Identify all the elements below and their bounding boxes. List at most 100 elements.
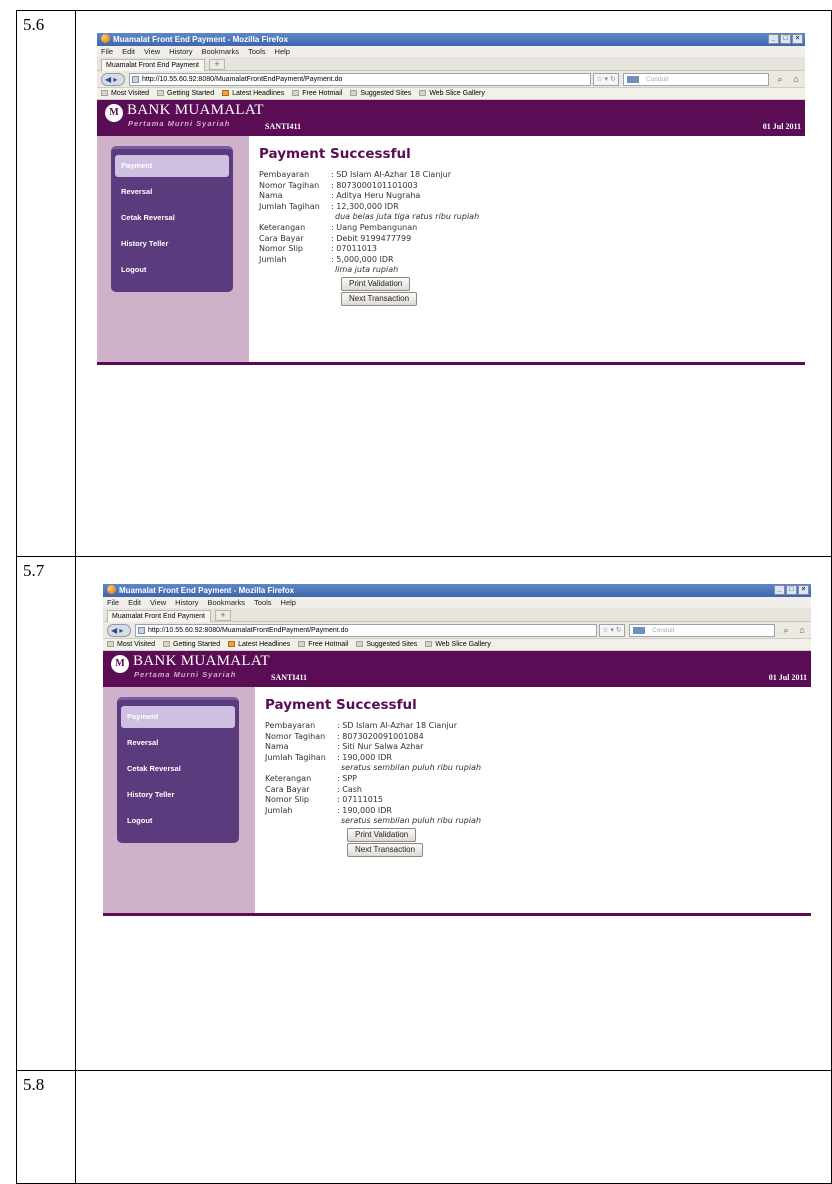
bookmark-web-slice-gallery[interactable]: Web Slice Gallery [425,639,491,650]
reload-button[interactable]: ☆ ▾ ↻ [599,624,625,637]
menu-view[interactable]: View [144,47,160,56]
search-engine-icon [633,627,645,634]
maximize-button[interactable]: □ [786,585,797,595]
menu-file[interactable]: File [101,47,113,56]
new-tab-button[interactable]: + [209,59,225,70]
menu-item-reversal[interactable]: Reversal [115,181,229,203]
field-jumlah-tagihan: Jumlah Tagihan: 12,300,000 IDR [259,201,399,211]
jumlah-tagihan-words: dua belas juta tiga ratus ribu rupiah [335,212,480,222]
field-pembayaran: Pembayaran: SD Islam Al-Azhar 18 Cianjur [259,170,451,179]
field-nomor-tagihan: Nomor Tagihan: 8073020091001084 [265,731,424,741]
field-nama: Nama: Siti Nur Salwa Azhar [265,742,424,752]
maximize-button[interactable]: □ [780,34,791,44]
bookmarks-bar: Most Visited Getting Started Latest Headli… [97,88,805,100]
menu-bar: File Edit View History Bookmarks Tools Help [97,46,805,57]
app-header: M BANK MUAMALAT Pertama Murni Syariah SA… [97,100,805,136]
menu-item-payment[interactable]: Payment [115,155,229,177]
browser-tab[interactable]: Muamalat Front End Payment [101,59,205,71]
firefox-icon [107,585,116,594]
menu-item-logout[interactable]: Logout [115,259,229,281]
menu-tools[interactable]: Tools [248,47,266,56]
menu-item-cetak-reversal[interactable]: Cetak Reversal [121,758,235,780]
search-placeholder: Conduit [652,627,675,634]
tab-strip: Muamalat Front End Payment + [103,608,811,622]
menu-edit[interactable]: Edit [122,47,135,56]
address-bar[interactable]: http://10.55.60.92:8080/MuamalatFrontEnd… [135,624,597,637]
field-nama: Nama: Aditya Heru Nugraha [259,191,421,201]
screenshot-5-7: Muamalat Front End Payment - Mozilla Fir… [103,584,811,1021]
minimize-button[interactable]: _ [774,585,785,595]
bookmark-latest-headlines[interactable]: Latest Headlines [222,88,284,99]
nav-bar: ◀ ▸ http://10.55.60.92:8080/MuamalatFron… [103,622,811,639]
print-validation-button[interactable]: Print Validation [341,276,411,291]
bookmark-suggested-sites[interactable]: Suggested Sites [356,639,417,650]
menu-edit[interactable]: Edit [128,598,141,607]
minimize-button[interactable]: _ [768,34,779,44]
footer-divider [103,913,811,916]
browser-tab[interactable]: Muamalat Front End Payment [107,610,211,622]
logo-tagline: Pertama Murni Syariah [128,119,231,128]
back-forward-button[interactable]: ◀ ▸ [101,73,125,86]
search-icon[interactable]: ⌕ [773,73,787,86]
home-icon[interactable]: ⌂ [789,73,803,86]
menu-item-history-teller[interactable]: History Teller [115,233,229,255]
reload-button[interactable]: ☆ ▾ ↻ [593,73,619,86]
print-validation-button[interactable]: Print Validation [347,827,417,842]
bookmark-web-slice-gallery[interactable]: Web Slice Gallery [419,88,485,99]
bookmark-most-visited[interactable]: Most Visited [107,639,155,650]
bookmarks-bar: Most Visited Getting Started Latest Headli… [103,639,811,651]
logo-text: BANK MUAMALAT [133,653,270,669]
menu-view[interactable]: View [150,598,166,607]
search-placeholder: Conduit [646,76,669,83]
menu-item-logout[interactable]: Logout [121,810,235,832]
close-button[interactable]: × [798,585,809,595]
back-forward-button[interactable]: ◀ ▸ [107,624,131,637]
new-tab-button[interactable]: + [215,610,231,621]
side-menu: Payment Reversal Cetak Reversal History … [117,697,239,843]
address-bar[interactable]: http://10.55.60.92:8080/MuamalatFrontEnd… [129,73,591,86]
menu-help[interactable]: Help [275,47,290,56]
menu-item-cetak-reversal[interactable]: Cetak Reversal [115,207,229,229]
menu-tools[interactable]: Tools [254,598,272,607]
bookmark-latest-headlines[interactable]: Latest Headlines [228,639,290,650]
window-titlebar: Muamalat Front End Payment - Mozilla Fir… [97,33,805,46]
next-transaction-button[interactable]: Next Transaction [341,291,418,306]
field-jumlah-tagihan: Jumlah Tagihan: 190,000 IDR [265,752,392,762]
menu-help[interactable]: Help [281,598,296,607]
bookmark-suggested-sites[interactable]: Suggested Sites [350,88,411,99]
menu-history[interactable]: History [175,598,198,607]
row-number: 5.7 [23,561,45,580]
field-nomor-slip: Nomor Slip: 07011013 [259,244,377,254]
next-transaction-button[interactable]: Next Transaction [347,842,424,857]
menu-history[interactable]: History [169,47,192,56]
bookmark-most-visited[interactable]: Most Visited [101,88,149,99]
menu-item-payment[interactable]: Payment [121,706,235,728]
current-date: 01 Jul 2011 [768,673,807,682]
menu-bookmarks[interactable]: Bookmarks [208,598,246,607]
menu-item-reversal[interactable]: Reversal [121,732,235,754]
sidebar: Payment Reversal Cetak Reversal History … [103,687,255,913]
menu-file[interactable]: File [107,598,119,607]
field-keterangan: Keterangan: Uang Pembangunan [259,222,418,232]
user-id: SANTI411 [271,673,308,682]
sidebar: Payment Reversal Cetak Reversal History … [97,136,249,362]
bank-logo-icon: M [111,655,129,673]
search-icon[interactable]: ⌕ [779,624,793,637]
jumlah-tagihan-words: seratus sembilan puluh ribu rupiah [341,763,482,773]
bookmark-getting-started[interactable]: Getting Started [163,639,220,650]
menu-item-history-teller[interactable]: History Teller [121,784,235,806]
search-box[interactable]: Conduit [629,624,775,637]
close-button[interactable]: × [792,34,803,44]
url-text: http://10.55.60.92:8080/MuamalatFrontEnd… [142,76,343,83]
field-cara-bayar: Cara Bayar: Debit 9199477799 [259,233,412,243]
firefox-icon [101,34,110,43]
bookmark-free-hotmail[interactable]: Free Hotmail [292,88,342,99]
field-jumlah: Jumlah: 5,000,000 IDR [259,254,394,264]
home-icon[interactable]: ⌂ [795,624,809,637]
page-title: Payment Successful [259,146,411,162]
search-box[interactable]: Conduit [623,73,769,86]
bookmark-getting-started[interactable]: Getting Started [157,88,214,99]
row-number: 5.8 [23,1075,45,1094]
menu-bookmarks[interactable]: Bookmarks [202,47,240,56]
bookmark-free-hotmail[interactable]: Free Hotmail [298,639,348,650]
